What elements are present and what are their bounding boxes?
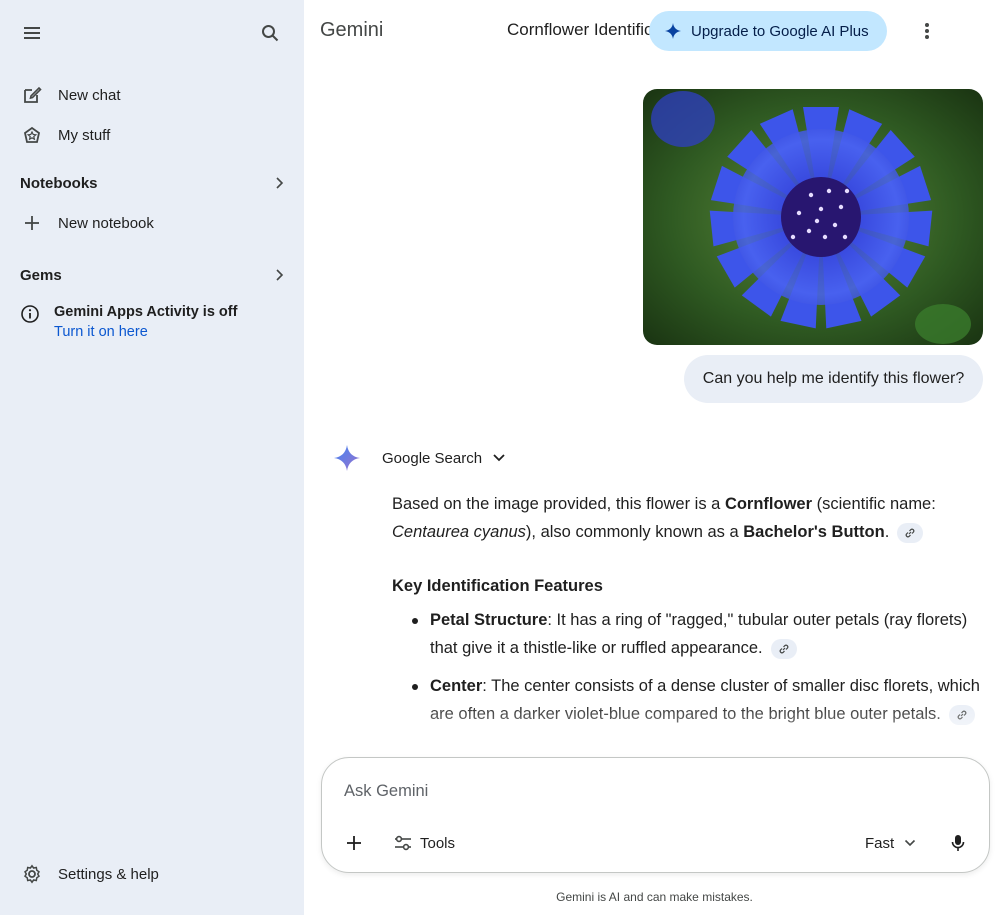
my-stuff-button[interactable]: My stuff <box>12 117 292 153</box>
sidebar: New chat My stuff Notebooks New notebook… <box>0 0 304 915</box>
search-button[interactable] <box>250 13 290 53</box>
link-icon <box>905 528 915 538</box>
stuff-icon <box>12 125 52 145</box>
tools-label: Tools <box>420 834 456 852</box>
upgrade-label: Upgrade to Google AI Plus <box>691 22 869 40</box>
chevron-down-icon[interactable] <box>492 453 506 463</box>
user-message: Can you help me identify this flower? <box>684 355 983 403</box>
notebooks-section[interactable]: Notebooks <box>12 167 292 199</box>
menu-button[interactable] <box>12 13 52 53</box>
edit-icon <box>12 85 52 105</box>
answer-paragraph: Based on the image provided, this flower… <box>392 490 982 546</box>
search-icon <box>262 25 279 42</box>
answer-italic: Centaurea cyanus <box>392 523 526 541</box>
answer-text: (scientific name: <box>812 495 936 513</box>
prompt-box: Tools Fast <box>321 757 990 873</box>
activity-link[interactable]: Turn it on here <box>54 322 237 342</box>
chevron-down-icon <box>905 839 916 847</box>
more-options-button[interactable] <box>907 11 947 51</box>
gear-icon <box>12 864 52 884</box>
tool-used-label: Google Search <box>382 449 483 467</box>
upgrade-button[interactable]: Upgrade to Google AI Plus <box>649 11 887 51</box>
chevron-right-icon <box>276 269 284 281</box>
mode-label: Fast <box>865 834 895 852</box>
answer-bold: Cornflower <box>724 495 813 513</box>
settings-button[interactable]: Settings & help <box>12 856 292 892</box>
activity-status: Gemini Apps Activity is off <box>54 304 238 320</box>
feature-term: Petal Structure <box>430 611 548 629</box>
main-panel: Gemini Cornflower Identification Upgrade… <box>304 0 1005 915</box>
menu-icon <box>24 27 40 39</box>
source-link-chip[interactable] <box>770 638 797 659</box>
scroll-fade <box>304 700 1005 760</box>
more-vert-icon <box>925 23 929 39</box>
plus-icon <box>12 214 52 232</box>
answer-bold: Bachelor's Button <box>743 523 885 541</box>
info-icon <box>20 302 40 342</box>
tune-icon <box>395 835 411 851</box>
microphone-button[interactable] <box>938 823 978 863</box>
mic-icon <box>951 835 965 851</box>
new-chat-button[interactable]: New chat <box>12 77 292 113</box>
feature-term: Center <box>430 677 483 695</box>
add-attachment-button[interactable] <box>334 823 374 863</box>
answer-text: ), also commonly known as a <box>525 523 744 541</box>
list-item: Petal Structure: It has a ring of "ragge… <box>392 606 982 662</box>
gems-label: Gems <box>20 266 62 284</box>
notebooks-label: Notebooks <box>20 174 98 192</box>
model-response-header: Google Search <box>334 445 506 471</box>
source-link-chip[interactable] <box>897 522 924 543</box>
gemini-sparkle-icon <box>334 445 360 471</box>
link-icon <box>779 644 789 654</box>
new-chat-label: New chat <box>58 86 121 104</box>
plus-icon <box>347 836 361 850</box>
tools-button[interactable]: Tools <box>388 827 461 859</box>
settings-label: Settings & help <box>58 865 159 883</box>
prompt-input[interactable] <box>344 778 944 804</box>
my-stuff-label: My stuff <box>58 126 111 144</box>
answer-heading: Key Identification Features <box>392 577 603 595</box>
new-notebook-label: New notebook <box>58 214 154 232</box>
gems-section[interactable]: Gems <box>12 259 292 291</box>
new-notebook-button[interactable]: New notebook <box>12 205 292 241</box>
brand-title: Gemini <box>320 19 384 41</box>
disclaimer: Gemini is AI and can make mistakes. <box>556 890 753 904</box>
answer-text: Based on the image provided, this flower… <box>392 495 725 513</box>
conversation-title[interactable]: Cornflower Identification <box>507 20 657 40</box>
chevron-right-icon <box>276 177 284 189</box>
sparkle-icon <box>665 23 681 39</box>
activity-notice: Gemini Apps Activity is off Turn it on h… <box>20 302 290 342</box>
answer-text: . <box>884 523 890 541</box>
uploaded-flower-image[interactable] <box>643 89 983 345</box>
model-mode-selector[interactable]: Fast <box>857 827 924 859</box>
